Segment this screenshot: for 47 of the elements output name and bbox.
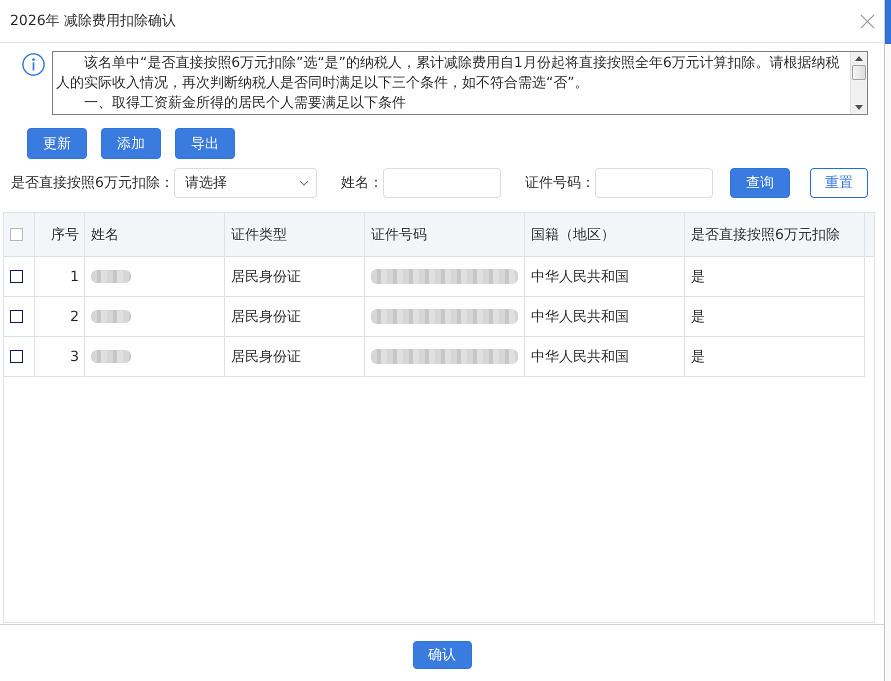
scrollbar-track[interactable] (850, 52, 867, 114)
chevron-down-icon (298, 180, 309, 186)
filter-label: 证件号码： (524, 174, 595, 192)
toolbar-button[interactable]: 导出 (175, 128, 235, 159)
table-cell: 居民身份证 (225, 337, 365, 376)
column-header: 姓名 (85, 213, 225, 256)
table-cell: 2 (35, 297, 85, 336)
info-icon (22, 53, 45, 76)
table-cell: 居民身份证 (225, 297, 365, 336)
table-cell: 1 (35, 257, 85, 296)
text-input-field[interactable] (594, 168, 713, 198)
filter-label: 姓名： (340, 174, 383, 192)
column-header: 证件类型 (225, 213, 365, 256)
confirm-button[interactable]: 确认 (412, 641, 472, 669)
checkbox[interactable] (10, 350, 22, 363)
filter-label: 是否直接按照6万元扣除： (11, 174, 174, 192)
close-icon[interactable] (860, 14, 875, 28)
redacted-name-placeholder (91, 310, 131, 323)
search-button[interactable]: 查询 (730, 168, 790, 198)
toolbar-button[interactable]: 添加 (101, 128, 161, 159)
table-cell: 居民身份证 (225, 257, 365, 296)
column-header: 序号 (35, 213, 85, 256)
dropdown-field[interactable]: 请选择 (174, 168, 317, 198)
column-header: 是否直接按照6万元扣除 (685, 213, 865, 256)
scrollbar-thumb[interactable] (852, 64, 866, 80)
table-cell: 是 (685, 257, 865, 296)
text-input-field[interactable] (382, 168, 501, 198)
column-header: 国籍（地区） (525, 213, 685, 256)
toolbar-button[interactable]: 更新 (27, 128, 87, 159)
scroll-down-icon[interactable] (855, 105, 863, 110)
table-cell: 中华人民共和国 (525, 297, 685, 336)
table-cell: 中华人民共和国 (525, 257, 685, 296)
checkbox[interactable] (10, 270, 22, 283)
notice-paragraph: 该名单中“是否直接按照6万元扣除”选“是”的纳税人，累计减除费用自1月份起将直接按照全年6万元计算扣除。请根据纳税人的实际收入情况，再次判断纳税人是否同时满足以下三个条件，如不符合需选“否”。 (56, 54, 841, 93)
table-cell: 3 (35, 337, 85, 376)
column-header: 证件号码 (365, 213, 525, 256)
table-cell: 是 (685, 297, 865, 336)
notice-paragraph: 一、取得工资薪金所得的居民个人需要满足以下条件 (83, 94, 407, 113)
checkbox[interactable] (10, 310, 22, 323)
table-cell: 是 (685, 337, 865, 376)
scroll-up-icon[interactable] (855, 56, 863, 61)
reset-button[interactable]: 重置 (810, 168, 868, 198)
checkbox[interactable] (10, 228, 22, 241)
dialog-title: 2026年 减除费用扣除确认 (10, 12, 176, 30)
redacted-name-placeholder (91, 270, 131, 283)
table-cell: 中华人民共和国 (525, 337, 685, 376)
redacted-name-placeholder (91, 350, 131, 363)
